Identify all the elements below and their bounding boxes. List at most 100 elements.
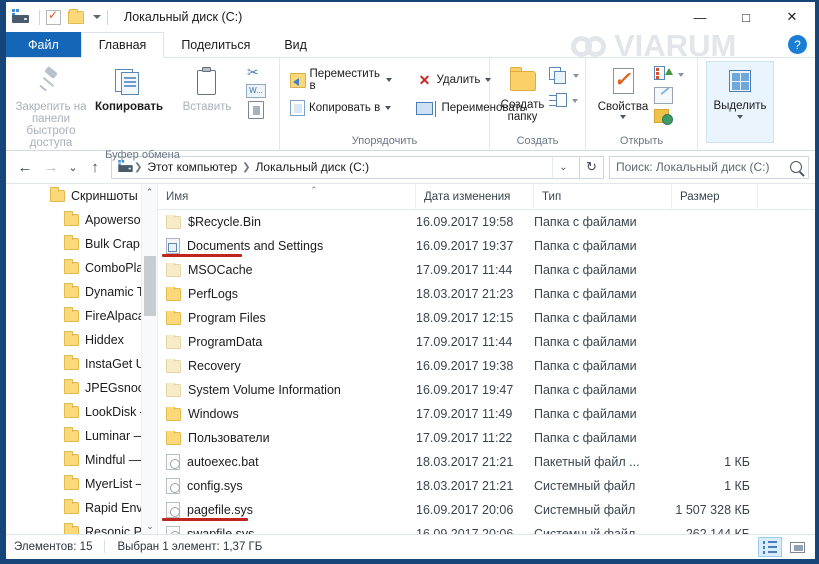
cell-date: 16.09.2017 19:37 (416, 239, 514, 253)
cell-type: Папка с файлами (534, 263, 637, 277)
folder-icon (64, 403, 79, 418)
folder-icon[interactable] (68, 8, 84, 24)
tree-item[interactable]: Apowersoft S (6, 208, 157, 232)
address-dropdown-icon[interactable]: ⌄ (552, 156, 574, 178)
paste-shortcut-icon[interactable] (248, 101, 264, 119)
scrollbar-thumb[interactable] (144, 256, 156, 316)
column-header-type[interactable]: Тип (534, 184, 672, 210)
copy-path-icon[interactable]: W... (246, 84, 266, 98)
close-button[interactable]: ✕ (769, 2, 815, 32)
chevron-down-icon[interactable] (678, 72, 684, 77)
table-row[interactable]: Пользователи 17.09.2017 11:22 Папка с файл… (158, 426, 815, 450)
chevron-down-icon[interactable] (385, 106, 392, 110)
copy-to-label: Копировать в (309, 102, 381, 114)
cell-name: $Recycle.Bin (158, 215, 416, 229)
chevron-down-icon[interactable] (737, 115, 743, 119)
scroll-down-button[interactable]: ⌄ (142, 518, 157, 534)
search-input[interactable]: Поиск: Локальный диск (C:) (609, 155, 809, 179)
divider (104, 540, 106, 553)
tab-view[interactable]: Вид (267, 32, 324, 57)
chevron-down-icon[interactable] (386, 78, 393, 82)
sysfile-icon (166, 502, 180, 518)
details-view-button[interactable] (758, 537, 782, 557)
tiles-view-button[interactable] (785, 537, 809, 557)
new-folder-button[interactable]: Создать папку (496, 61, 549, 123)
tab-share[interactable]: Поделиться (164, 32, 267, 57)
table-row[interactable]: config.sys 18.03.2017 21:21 Системный файл… (158, 474, 815, 498)
ribbon-group-open: ✓ Свойства Открыть (586, 58, 698, 150)
tree-item[interactable]: MyerList — с (6, 472, 157, 496)
file-name: Program Files (188, 311, 266, 325)
chevron-down-icon[interactable] (93, 15, 101, 19)
chevron-down-icon[interactable] (620, 115, 626, 119)
ribbon-tabs: Файл Главная Поделиться Вид ? (6, 32, 815, 58)
minimize-button[interactable]: — (677, 2, 723, 32)
maximize-button[interactable]: □ (723, 2, 769, 32)
table-row[interactable]: swapfile.sys 16.09.2017 20:06 Системный фа… (158, 522, 815, 534)
tab-home[interactable]: Главная (80, 32, 165, 58)
tree-item[interactable]: Rapid Enviror (6, 496, 157, 520)
cell-date: 16.09.2017 20:06 (416, 527, 514, 534)
table-row[interactable]: ProgramData 17.09.2017 11:44 Папка с файла… (158, 330, 815, 354)
tree-item[interactable]: Скриншоты (6, 184, 157, 208)
tree-item[interactable]: FireAlpaca — (6, 304, 157, 328)
tree-item[interactable]: JPEGsnoop (6, 376, 157, 400)
file-name: ProgramData (188, 335, 263, 349)
table-row[interactable]: Documents and Settings 16.09.2017 19:37 Па… (158, 234, 815, 258)
chevron-down-icon[interactable] (573, 74, 579, 78)
cell-name: ProgramData (158, 335, 416, 349)
tree-item[interactable]: Mindful — уд (6, 448, 157, 472)
table-row[interactable]: Recovery 16.09.2017 19:38 Папка с файлами (158, 354, 815, 378)
group-title-clipboard: Буфер обмена (105, 149, 180, 161)
table-row[interactable]: $Recycle.Bin 16.09.2017 19:58 Папка с файл… (158, 210, 815, 234)
table-row[interactable]: pagefile.sys 16.09.2017 20:06 Системный фа… (158, 498, 815, 522)
properties-icon: ✓ (606, 67, 640, 97)
table-row[interactable]: MSOCache 17.09.2017 11:44 Папка с файлами (158, 258, 815, 282)
search-icon[interactable] (790, 161, 802, 173)
tree-item[interactable]: Luminar — п (6, 424, 157, 448)
history-icon[interactable] (654, 108, 673, 125)
paste-button[interactable]: Вставить (168, 61, 246, 113)
copy-to-button[interactable]: Копировать в (286, 97, 396, 119)
tree-item[interactable]: Bulk Crap Un (6, 232, 157, 256)
navpane-scrollbar[interactable]: ⌃ ⌄ (141, 184, 157, 534)
file-name: autoexec.bat (187, 455, 259, 469)
copy-button[interactable]: Копировать (90, 61, 168, 113)
table-row[interactable]: autoexec.bat 18.03.2017 21:21 Пакетный фай… (158, 450, 815, 474)
table-row[interactable]: PerfLogs 18.03.2017 21:23 Папка с файлами (158, 282, 815, 306)
select-button[interactable]: Выделить (706, 61, 774, 143)
refresh-button[interactable]: ↻ (580, 155, 604, 179)
properties-button[interactable]: ✓ Свойства (592, 61, 654, 119)
open-icon[interactable] (654, 66, 673, 83)
navigation-pane[interactable]: Скриншоты Apowersoft S Bulk Crap Un ComboPl… (6, 184, 158, 534)
ribbon-group-clipboard: Закрепить на панели быстрого доступа Коп… (6, 58, 280, 161)
scroll-up-button[interactable]: ⌃ (142, 184, 157, 200)
table-row[interactable]: System Volume Information 16.09.2017 19:4… (158, 378, 815, 402)
clipboard-icon (194, 67, 220, 97)
column-header-date[interactable]: Дата изменения (416, 184, 534, 210)
move-to-button[interactable]: Переместить в (286, 68, 396, 92)
tree-item[interactable]: Resonic Playe (6, 520, 157, 534)
tab-file[interactable]: Файл (6, 32, 81, 57)
tree-item[interactable]: Dynamic The (6, 280, 157, 304)
folder-dim-icon (166, 335, 181, 349)
tree-item[interactable]: Hiddex (6, 328, 157, 352)
help-icon[interactable]: ? (788, 35, 807, 54)
new-item-icon[interactable] (549, 67, 568, 85)
column-header-size[interactable]: Размер (672, 184, 758, 210)
tree-item[interactable]: LookDisk — м (6, 400, 157, 424)
pin-to-quick-access-button[interactable]: Закрепить на панели быстрого доступа (12, 61, 90, 149)
chevron-down-icon[interactable] (572, 98, 578, 103)
drive-icon[interactable] (12, 9, 30, 25)
table-row[interactable]: Program Files 18.09.2017 12:15 Папка с фай… (158, 306, 815, 330)
tree-item[interactable]: ComboPlayer (6, 256, 157, 280)
cut-icon[interactable]: ✂ (247, 65, 265, 81)
tree-item[interactable]: InstaGet Univ (6, 352, 157, 376)
column-header-name[interactable]: Имя (158, 184, 416, 210)
table-row[interactable]: Windows 17.09.2017 11:49 Папка с файлами (158, 402, 815, 426)
search-placeholder: Поиск: Локальный диск (C:) (616, 160, 770, 174)
easy-access-icon[interactable] (549, 92, 567, 109)
check-icon[interactable] (46, 8, 61, 25)
edit-icon[interactable] (654, 87, 673, 104)
cell-name: PerfLogs (158, 287, 416, 301)
